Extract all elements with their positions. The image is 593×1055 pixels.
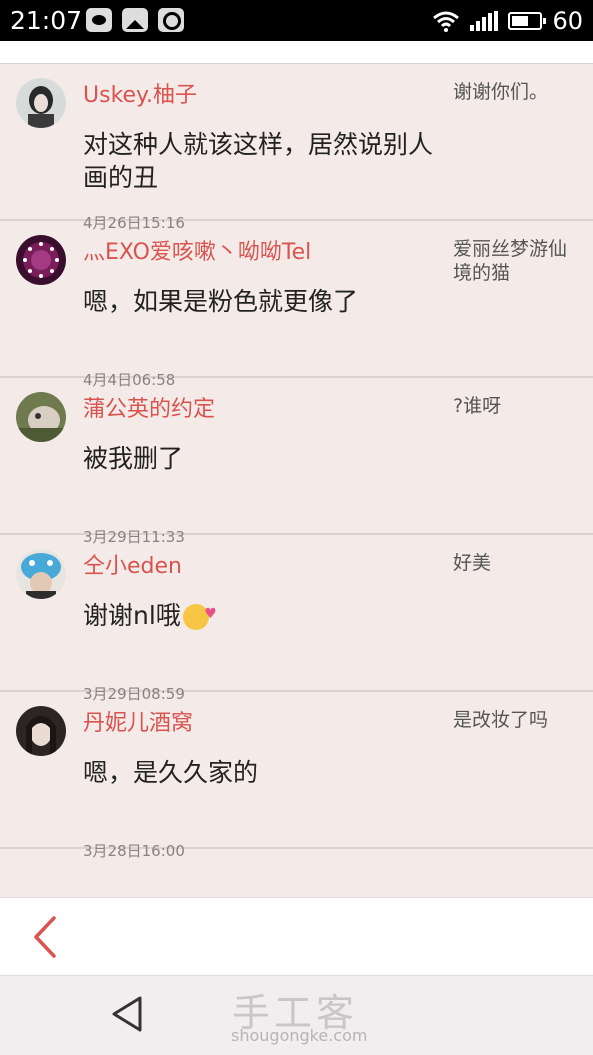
avatar[interactable] [16, 235, 66, 285]
system-status: 60 [432, 6, 583, 36]
comment-item[interactable]: 灬EXO爱咳嗽丶呦呦Tel 嗯，如果是粉色就更像了 4月4日06:58 爱丽丝梦… [0, 221, 593, 389]
weibo-icon [86, 8, 112, 32]
comment-username[interactable]: 丹妮儿酒窝 [83, 710, 193, 738]
reply-context[interactable]: 谢谢你们。 [453, 80, 583, 104]
avatar[interactable] [16, 549, 66, 599]
reply-context[interactable]: 爱丽丝梦游仙境的猫 [453, 237, 583, 285]
comment-text: 嗯，是久久家的 [83, 758, 259, 787]
system-back-icon[interactable] [108, 994, 148, 1034]
watermark-url: shougongke.com [231, 1026, 368, 1045]
comment-item[interactable]: 仝小eden 谢谢nl哦 3月29日08:59 好美 [0, 535, 593, 703]
avatar[interactable] [16, 78, 66, 128]
comment-text: 被我删了 [83, 444, 184, 473]
avatar[interactable] [16, 392, 66, 442]
comment-item[interactable]: 丹妮儿酒窝 嗯，是久久家的 3月28日16:00 是改妆了吗 [0, 692, 593, 860]
comment-item[interactable]: 蒲公英的约定 被我删了 3月29日11:33 ?谁呀 [0, 378, 593, 546]
comment-text: 对这种人就该这样，居然说别人画的丑 [83, 130, 434, 192]
top-spacer [0, 41, 593, 64]
comment-username[interactable]: 仝小eden [83, 553, 182, 581]
comment-item[interactable]: Uskey.柚子 对这种人就该这样，居然说别人画的丑 4月26日15:16 谢谢… [0, 64, 593, 232]
blocked-icon [158, 8, 184, 32]
comment-text: 嗯，如果是粉色就更像了 [83, 287, 359, 316]
comment-list[interactable]: Uskey.柚子 对这种人就该这样，居然说别人画的丑 4月26日15:16 谢谢… [0, 64, 593, 860]
status-time: 21:07 [10, 6, 83, 35]
comment-text: 谢谢nl哦 [83, 598, 443, 632]
chick-emoji-icon [182, 598, 217, 631]
reply-context[interactable]: ?谁呀 [453, 394, 583, 418]
status-bar: 21:07 60 [0, 0, 593, 41]
notification-icons [86, 8, 184, 32]
reply-context[interactable]: 是改妆了吗 [453, 708, 583, 732]
reply-context[interactable]: 好美 [453, 551, 583, 575]
comment-text-value: 谢谢nl哦 [83, 601, 181, 630]
comment-username[interactable]: Uskey.柚子 [83, 82, 197, 110]
wifi-icon [433, 11, 460, 32]
image-icon [122, 8, 148, 32]
signal-icon [470, 11, 499, 31]
avatar[interactable] [16, 706, 66, 756]
battery-icon [508, 12, 547, 30]
back-arrow-icon[interactable] [28, 916, 64, 958]
bottom-nav [0, 897, 593, 976]
comment-username[interactable]: 灬EXO爱咳嗽丶呦呦Tel [83, 239, 311, 267]
comment-time: 3月28日16:00 [83, 842, 185, 860]
battery-level: 60 [552, 7, 583, 35]
system-nav-bar: 手工客 shougongke.com [0, 975, 593, 1055]
comment-username[interactable]: 蒲公英的约定 [83, 396, 215, 424]
